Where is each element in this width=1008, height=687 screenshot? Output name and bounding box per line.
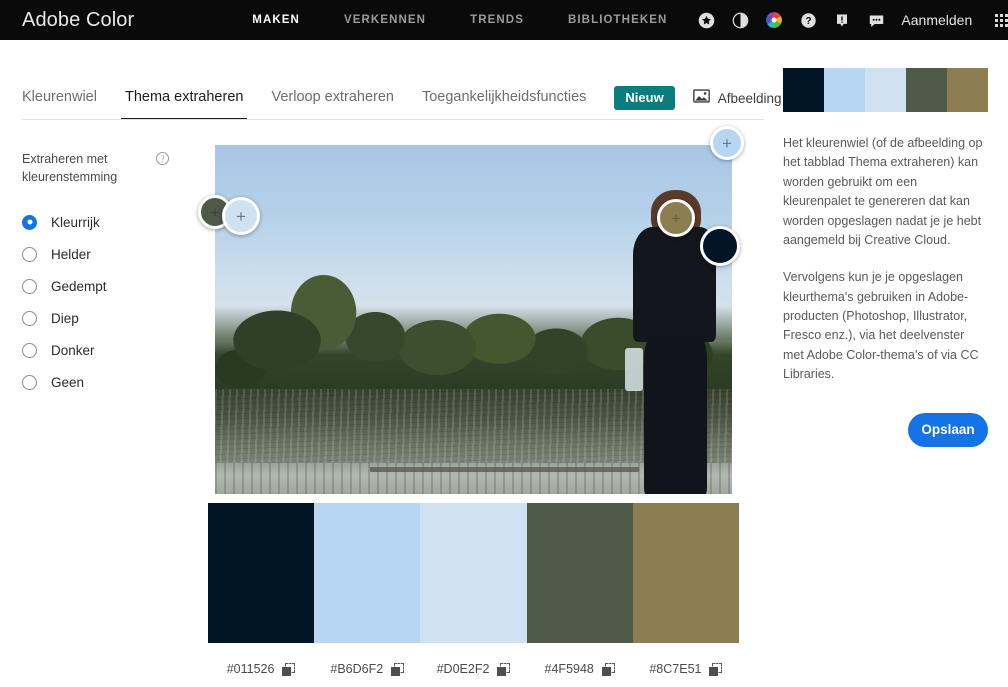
palette-swatch[interactable] (208, 503, 315, 643)
info-paragraph-1: Het kleurenwiel (of de afbeelding op het… (783, 136, 983, 247)
radio-label: Helder (51, 246, 91, 262)
radio-option-geen[interactable]: Geen (22, 366, 197, 398)
plus-icon: + (715, 236, 725, 256)
chat-icon[interactable] (859, 0, 893, 40)
copy-icon[interactable] (497, 662, 511, 676)
copy-icon[interactable] (709, 662, 723, 676)
palette-swatch[interactable] (526, 503, 633, 643)
copy-icon[interactable] (391, 662, 405, 676)
radio-label: Gedempt (51, 278, 107, 294)
mini-swatch (865, 68, 906, 112)
tab-list: Kleurenwiel Thema extraheren Verloop ext… (0, 40, 848, 120)
radio-indicator (22, 310, 37, 326)
person-bottle (624, 348, 644, 391)
help-circle-icon[interactable]: ? (791, 0, 825, 40)
radio-option-helder[interactable]: Helder (22, 238, 197, 270)
palette-hex-cell: #8C7E51 (633, 662, 739, 676)
color-wheel-icon[interactable] (757, 0, 791, 40)
palette-hex-label: #011526 (226, 662, 275, 676)
radio-indicator (22, 342, 37, 358)
save-button[interactable]: Opslaan (908, 412, 988, 447)
palette-hex-label: #8C7E51 (649, 662, 702, 676)
signin-button[interactable]: Aanmelden (893, 12, 984, 28)
extract-mood-header: Extraheren met kleurenstemming ? (22, 150, 197, 186)
nav-item-maken[interactable]: MAKEN (230, 14, 322, 26)
secondary-tab-bar: Kleurenwiel Thema extraheren Verloop ext… (0, 40, 848, 120)
color-marker-5[interactable]: + (710, 126, 744, 160)
tab-toegankelijkheidsfuncties[interactable]: Toegankelijkheidsfuncties (422, 89, 586, 121)
extract-mood-title: Extraheren met kleurenstemming (22, 152, 118, 185)
apps-grid-icon[interactable] (984, 0, 1008, 40)
mini-swatch (906, 68, 947, 112)
color-marker-2[interactable]: + (222, 197, 260, 235)
info-side-panel: Het kleurenwiel (of de afbeelding op het… (783, 68, 988, 447)
radio-label: Donker (51, 342, 95, 358)
person-legs (644, 336, 708, 494)
tabbar-divider (22, 119, 764, 120)
nav-item-verkennen[interactable]: VERKENNEN (322, 14, 448, 26)
palette-hex-label: #D0E2F2 (436, 662, 490, 676)
mini-swatch (824, 68, 865, 112)
plus-icon: + (671, 208, 681, 228)
palette-swatch[interactable] (420, 503, 527, 643)
info-circle-icon[interactable]: ? (156, 152, 169, 165)
palette-hex-cell: #D0E2F2 (420, 662, 526, 676)
tab-verloop-extraheren[interactable]: Verloop extraheren (271, 89, 394, 121)
tab-kleurenwiel[interactable]: Kleurenwiel (22, 89, 97, 121)
radio-option-donker[interactable]: Donker (22, 334, 197, 366)
source-photo (215, 145, 732, 494)
contrast-icon[interactable] (723, 0, 757, 40)
star-icon[interactable] (689, 0, 723, 40)
app-brand-title[interactable]: Adobe Color (22, 9, 134, 32)
color-marker-4[interactable]: + (700, 226, 740, 266)
nav-item-bibliotheken[interactable]: BIBLIOTHEKEN (546, 14, 689, 26)
source-image-area[interactable]: + + + + + (198, 126, 744, 494)
palette-swatch-row (208, 503, 740, 643)
radio-indicator (22, 374, 37, 390)
svg-text:?: ? (805, 16, 811, 27)
palette-swatch[interactable] (632, 503, 740, 643)
plus-icon: + (236, 206, 246, 226)
info-paragraph-2: Vervolgens kun je je opgeslagen kleurthe… (783, 270, 979, 382)
radio-option-diep[interactable]: Diep (22, 302, 197, 334)
palette-swatch[interactable] (314, 503, 421, 643)
mood-radio-group: Kleurrijk Helder Gedempt Diep Donker Gee… (22, 206, 197, 398)
mini-palette-preview (783, 68, 988, 112)
tab-thema-extraheren[interactable]: Thema extraheren (120, 89, 248, 121)
plus-icon: + (210, 202, 220, 222)
palette-hex-cell: #B6D6F2 (314, 662, 420, 676)
color-marker-3[interactable]: + (657, 199, 695, 237)
plus-icon: + (722, 133, 732, 153)
main-menu: MAKEN VERKENNEN TRENDS BIBLIOTHEKEN (230, 14, 689, 26)
radio-option-kleurrijk[interactable]: Kleurrijk (22, 206, 197, 238)
mini-swatch (947, 68, 988, 112)
radio-option-gedempt[interactable]: Gedempt (22, 270, 197, 302)
new-badge[interactable]: Nieuw (614, 85, 675, 110)
palette-hex-label: #4F5948 (544, 662, 594, 676)
radio-indicator (22, 246, 37, 262)
radio-indicator (22, 214, 37, 230)
palette-hex-cell: #011526 (208, 662, 314, 676)
radio-label: Kleurrijk (51, 214, 100, 230)
image-icon (692, 89, 710, 108)
nav-icon-group: ? Aanmelden (689, 0, 1008, 40)
palette-hex-label: #B6D6F2 (330, 662, 384, 676)
copy-icon[interactable] (282, 662, 296, 676)
notification-icon[interactable] (825, 0, 859, 40)
copy-icon[interactable] (601, 662, 615, 676)
nav-item-trends[interactable]: TRENDS (448, 14, 546, 26)
palette-hex-cell: #4F5948 (527, 662, 633, 676)
extract-mood-panel: Extraheren met kleurenstemming ? Kleurri… (22, 150, 197, 398)
mini-swatch (783, 68, 824, 112)
radio-label: Geen (51, 374, 85, 390)
palette-hex-row: #011526 #B6D6F2 #D0E2F2 #4F5948 #8C7E51 (208, 662, 739, 676)
radio-indicator (22, 278, 37, 294)
top-navigation-bar: Adobe Color MAKEN VERKENNEN TRENDS BIBLI… (0, 0, 1008, 40)
radio-label: Diep (51, 310, 79, 326)
